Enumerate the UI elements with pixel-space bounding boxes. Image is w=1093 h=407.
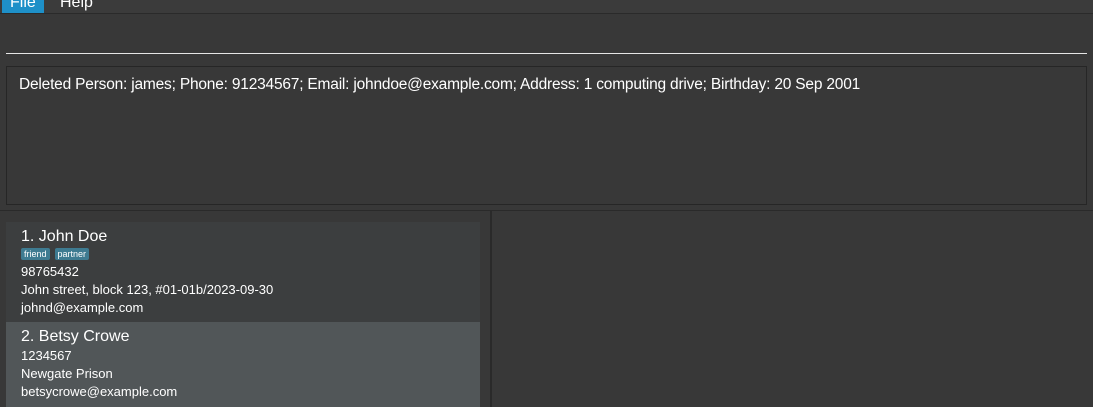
person-phone: 98765432 [21, 264, 79, 279]
menu-help[interactable]: Help [52, 0, 101, 13]
person-email: betsycrowe@example.com [21, 384, 178, 399]
person-phone: 1234567 [21, 348, 72, 363]
person-name: 1. John Doe [21, 228, 108, 245]
person-name: 2. Betsy Crowe [21, 328, 130, 345]
person-tags: friend partner [21, 248, 90, 260]
section-divider [0, 210, 1093, 211]
result-display: Deleted Person: james; Phone: 91234567; … [6, 66, 1087, 205]
person-card[interactable]: 1. John Doe friend partner 98765432 John… [6, 222, 480, 322]
person-card-selected[interactable]: 2. Betsy Crowe 1234567 Newgate Prison be… [6, 322, 480, 407]
result-message: Deleted Person: james; Phone: 91234567; … [19, 76, 861, 93]
person-email: johnd@example.com [21, 300, 144, 315]
person-address: John street, block 123, #01-01b/2023-09-… [21, 282, 274, 297]
person-list[interactable]: 1. John Doe friend partner 98765432 John… [6, 222, 480, 407]
person-address: Newgate Prison [21, 366, 113, 381]
menu-file[interactable]: File [2, 0, 44, 13]
tag-badge: friend [21, 248, 50, 260]
tag-badge: partner [54, 248, 90, 260]
panel-divider[interactable] [490, 211, 492, 407]
menu-bar: File Help [0, 0, 1093, 14]
command-input[interactable] [6, 14, 1087, 54]
